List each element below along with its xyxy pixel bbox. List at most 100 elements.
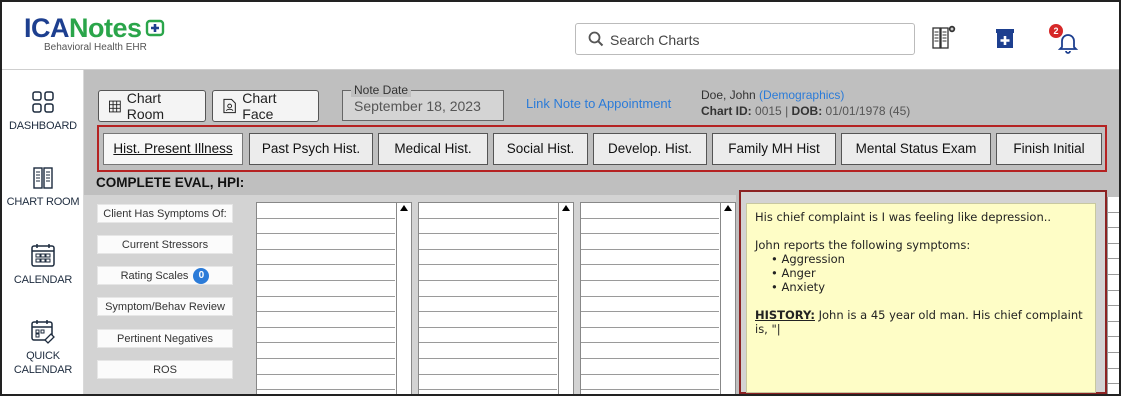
list-row[interactable]	[1108, 322, 1119, 338]
tab-past-psych-hist[interactable]: Past Psych Hist.	[249, 133, 373, 165]
link-note-to-appointment[interactable]: Link Note to Appointment	[526, 96, 671, 111]
option-ros[interactable]: ROS	[97, 360, 233, 379]
list-row[interactable]	[419, 328, 557, 344]
tab-social-hist[interactable]: Social Hist.	[493, 133, 588, 165]
list-row[interactable]	[419, 375, 557, 391]
list-row[interactable]	[581, 359, 719, 375]
list-row[interactable]	[1108, 259, 1119, 275]
list-row[interactable]	[581, 297, 719, 313]
list-row[interactable]	[419, 359, 557, 375]
search-icon	[588, 31, 604, 47]
list-row[interactable]	[419, 312, 557, 328]
sidebar-item-dashboard[interactable]: DASHBOARD	[2, 90, 84, 133]
list-row[interactable]	[581, 234, 719, 250]
option-symptom-behav-review[interactable]: Symptom/Behav Review	[97, 297, 233, 316]
sidebar-item-chart-room[interactable]: CHART ROOM	[2, 166, 84, 209]
list-row[interactable]	[419, 219, 557, 235]
list-row[interactable]	[1108, 213, 1119, 229]
search-input[interactable]	[610, 30, 900, 50]
chart-id-label: Chart ID:	[701, 104, 752, 118]
list-row[interactable]	[1108, 353, 1119, 369]
list-row[interactable]	[581, 250, 719, 266]
list-scrollbar[interactable]	[558, 203, 573, 394]
tab-develop-hist[interactable]: Develop. Hist.	[593, 133, 707, 165]
list-row[interactable]	[1108, 337, 1119, 353]
chart-room-button[interactable]: Chart Room	[98, 90, 206, 122]
note-date-legend: Note Date	[351, 83, 412, 97]
chart-room-icon[interactable]	[930, 24, 958, 52]
tab-label: Finish Initial	[1013, 141, 1085, 156]
list-scrollbar[interactable]	[396, 203, 411, 394]
list-row[interactable]	[581, 281, 719, 297]
list-row[interactable]	[581, 343, 719, 359]
quick-calendar-icon	[31, 320, 55, 344]
option-rating-scales[interactable]: Rating Scales 0	[97, 266, 233, 285]
sidebar-item-calendar[interactable]: CALENDAR	[2, 242, 84, 287]
list-row[interactable]	[257, 265, 395, 281]
notification-count-badge: 2	[1049, 24, 1063, 38]
list-row[interactable]	[257, 343, 395, 359]
list-row[interactable]	[257, 281, 395, 297]
pharmacy-icon[interactable]	[991, 24, 1019, 52]
tab-mental-status-exam[interactable]: Mental Status Exam	[841, 133, 991, 165]
list-row[interactable]	[419, 203, 557, 219]
history-label: HISTORY:	[755, 308, 815, 322]
chart-face-button[interactable]: Chart Face	[212, 90, 319, 122]
list-row[interactable]	[257, 328, 395, 344]
list-row[interactable]	[1108, 228, 1119, 244]
list-row[interactable]	[1108, 369, 1119, 385]
option-pertinent-negatives[interactable]: Pertinent Negatives	[97, 329, 233, 348]
scroll-up-arrow-icon[interactable]	[562, 205, 570, 211]
list-row[interactable]	[1108, 306, 1119, 322]
list-row[interactable]	[581, 375, 719, 391]
list-row[interactable]	[257, 203, 395, 219]
list-scrollbar[interactable]	[720, 203, 735, 394]
list-row[interactable]	[257, 375, 395, 391]
sidebar-label-calendar: CALENDAR	[13, 274, 73, 286]
option-label: ROS	[153, 364, 177, 376]
note-text-area[interactable]: His chief complaint is I was feeling lik…	[746, 203, 1096, 393]
list-row[interactable]	[581, 328, 719, 344]
tab-family-mh-hist[interactable]: Family MH Hist	[712, 133, 836, 165]
option-label: Pertinent Negatives	[117, 333, 213, 345]
list-row[interactable]	[419, 281, 557, 297]
list-row[interactable]	[257, 312, 395, 328]
list-row[interactable]	[257, 250, 395, 266]
selection-list-2[interactable]	[418, 202, 574, 394]
scroll-up-arrow-icon[interactable]	[400, 205, 408, 211]
list-row[interactable]	[1108, 197, 1119, 213]
selection-list-1[interactable]	[256, 202, 412, 394]
list-row[interactable]	[419, 234, 557, 250]
list-row[interactable]	[1108, 275, 1119, 291]
tab-finish-initial[interactable]: Finish Initial	[996, 133, 1102, 165]
selection-list-3[interactable]	[580, 202, 736, 394]
list-row[interactable]	[257, 359, 395, 375]
scroll-up-arrow-icon[interactable]	[724, 205, 732, 211]
list-row[interactable]	[419, 297, 557, 313]
tab-medical-hist[interactable]: Medical Hist.	[378, 133, 488, 165]
patient-info: Doe, John (Demographics) Chart ID: 0015 …	[701, 87, 910, 119]
list-row[interactable]	[257, 297, 395, 313]
option-current-stressors[interactable]: Current Stressors	[97, 235, 233, 254]
tab-hist-present-illness[interactable]: Hist. Present Illness	[103, 133, 243, 165]
list-row[interactable]	[581, 203, 719, 219]
icanotes-logo[interactable]: ICANotes Behavioral Health EHR	[24, 14, 168, 53]
sidebar-item-quick-calendar[interactable]: QUICK CALENDAR	[2, 318, 84, 377]
list-row[interactable]	[1108, 291, 1119, 307]
note-date-field[interactable]: Note Date September 18, 2023	[342, 83, 504, 121]
list-row[interactable]	[419, 343, 557, 359]
demographics-link[interactable]: (Demographics)	[759, 88, 844, 102]
option-client-has-symptoms[interactable]: Client Has Symptoms Of:	[97, 204, 233, 223]
main-content: Chart Room Chart Face Note Date Septembe…	[84, 70, 1119, 394]
list-row[interactable]	[581, 312, 719, 328]
list-row[interactable]	[419, 250, 557, 266]
list-row[interactable]	[581, 265, 719, 281]
list-row[interactable]	[257, 219, 395, 235]
search-charts-box[interactable]	[575, 23, 915, 55]
chart-grid-icon	[109, 100, 121, 112]
list-row[interactable]	[257, 234, 395, 250]
list-row[interactable]	[1108, 244, 1119, 260]
list-row[interactable]	[581, 219, 719, 235]
list-row[interactable]	[419, 265, 557, 281]
note-highlight-box: His chief complaint is I was feeling lik…	[739, 190, 1107, 394]
